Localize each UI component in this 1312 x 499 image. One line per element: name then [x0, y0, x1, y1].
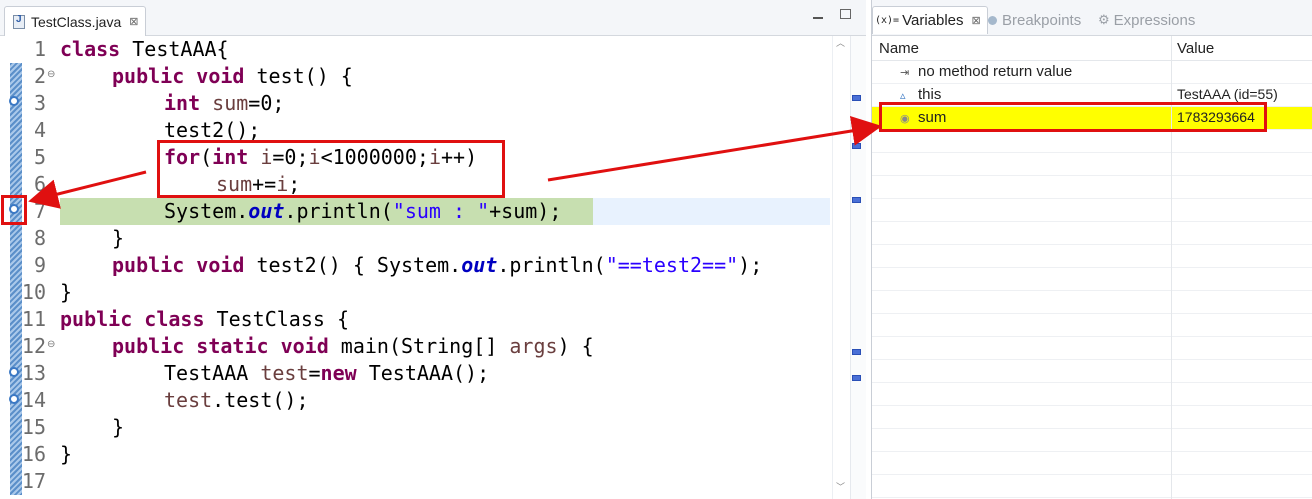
line-number: 8: [33, 226, 46, 250]
code-line-16: }: [60, 442, 73, 466]
empty-row: [872, 360, 1312, 383]
close-icon[interactable]: ⊠: [972, 14, 981, 27]
code-line-11: public class TestClass {: [60, 307, 350, 331]
code-line-10: }: [60, 280, 73, 304]
variable-name: no method return value: [918, 63, 1073, 80]
empty-row: [872, 291, 1312, 314]
tab-breakpoints[interactable]: Breakpoints: [988, 6, 1081, 34]
line-number: 9: [33, 253, 46, 277]
empty-row: [872, 199, 1312, 222]
overview-mark[interactable]: [852, 375, 861, 381]
expressions-icon: ⚙: [1098, 12, 1110, 27]
overview-mark[interactable]: [852, 143, 861, 149]
code-line-1: class TestAAA{: [60, 37, 229, 61]
code-line-14: test.test();: [164, 388, 309, 412]
line-number: 3: [33, 91, 46, 115]
line-number: 13: [21, 361, 46, 385]
empty-row: [872, 153, 1312, 176]
variables-icon: (x)=: [875, 15, 900, 26]
variable-value: TestAAA (id=55): [1177, 86, 1278, 102]
line-number: 16: [21, 442, 46, 466]
variables-table-header: Name Value: [872, 36, 1312, 61]
overview-mark[interactable]: [852, 197, 861, 203]
vertical-scrollbar[interactable]: [832, 36, 850, 499]
breakpoints-icon: [988, 15, 997, 25]
line-number: 14: [21, 388, 46, 412]
empty-row: [872, 452, 1312, 475]
empty-row: [872, 337, 1312, 360]
minimize-icon[interactable]: [812, 9, 824, 21]
variable-row[interactable]: ⇥ no method return value: [872, 61, 1312, 84]
variable-name: this: [918, 86, 942, 103]
line-number: 15: [21, 415, 46, 439]
overview-ruler[interactable]: [850, 36, 866, 499]
empty-row: [872, 222, 1312, 245]
expand-triangle-icon[interactable]: ▵: [900, 89, 906, 102]
fold-toggle-icon[interactable]: ⊖: [47, 69, 55, 80]
overview-mark[interactable]: [852, 95, 861, 101]
tab-variables[interactable]: (x)= Variables ⊠: [872, 6, 988, 34]
scroll-down-icon[interactable]: ﹀: [836, 484, 845, 493]
empty-row: [872, 383, 1312, 406]
java-file-icon: [13, 14, 25, 29]
maximize-icon[interactable]: [840, 9, 851, 19]
line-number: 5: [33, 145, 46, 169]
empty-row: [872, 130, 1312, 153]
empty-row: [872, 176, 1312, 199]
code-line-9: public void test2() { System.out.println…: [112, 253, 763, 277]
overview-mark[interactable]: [852, 349, 861, 355]
debug-view-tab-bar: (x)= Variables ⊠ Breakpoints ⚙ Expressio…: [872, 0, 1312, 36]
line-number: 1: [33, 37, 46, 61]
line-number: 2: [33, 64, 46, 88]
empty-row: [872, 245, 1312, 268]
code-editor[interactable]: TestClass.java ⊠ 1 2 3 4 5 6 7 8 9 10 11…: [0, 0, 866, 499]
line-number: 6: [33, 172, 46, 196]
column-header-value[interactable]: Value: [1177, 40, 1214, 57]
code-line-3: int sum=0;: [164, 91, 285, 115]
empty-row: [872, 314, 1312, 337]
code-line-8: }: [112, 226, 125, 250]
code-line-15: }: [112, 415, 125, 439]
annotation-box-for-loop: [157, 140, 505, 198]
column-header-name[interactable]: Name: [879, 40, 919, 57]
scroll-up-icon[interactable]: ︿: [836, 40, 845, 49]
fold-toggle-icon[interactable]: ⊖: [47, 339, 55, 350]
empty-row: [872, 268, 1312, 291]
tab-expressions[interactable]: ⚙ Expressions: [1098, 6, 1195, 34]
annotation-box-sum-variable: [879, 102, 1267, 132]
line-number: 11: [21, 307, 46, 331]
line-number: 17: [21, 469, 46, 493]
tab-label: TestClass.java: [31, 13, 122, 30]
annotation-box-gutter: [1, 195, 27, 225]
return-value-icon: ⇥: [900, 67, 910, 79]
variables-view[interactable]: (x)= Variables ⊠ Breakpoints ⚙ Expressio…: [871, 0, 1312, 499]
code-line-13: TestAAA test=new TestAAA();: [164, 361, 490, 385]
empty-row: [872, 406, 1312, 429]
empty-row: [872, 429, 1312, 452]
line-number: 12: [21, 334, 46, 358]
line-number: 4: [33, 118, 46, 142]
empty-row: [872, 475, 1312, 498]
editor-tab-bar: TestClass.java ⊠: [0, 0, 866, 36]
code-line-2: public void test() {: [112, 64, 353, 88]
code-line-12: public static void main(String[] args) {: [112, 334, 594, 358]
close-icon[interactable]: ⊠: [129, 15, 138, 28]
line-number: 10: [21, 280, 46, 304]
tab-testclass-java[interactable]: TestClass.java ⊠: [4, 6, 146, 36]
code-line-7: System.out.println("sum : "+sum);: [164, 199, 562, 223]
